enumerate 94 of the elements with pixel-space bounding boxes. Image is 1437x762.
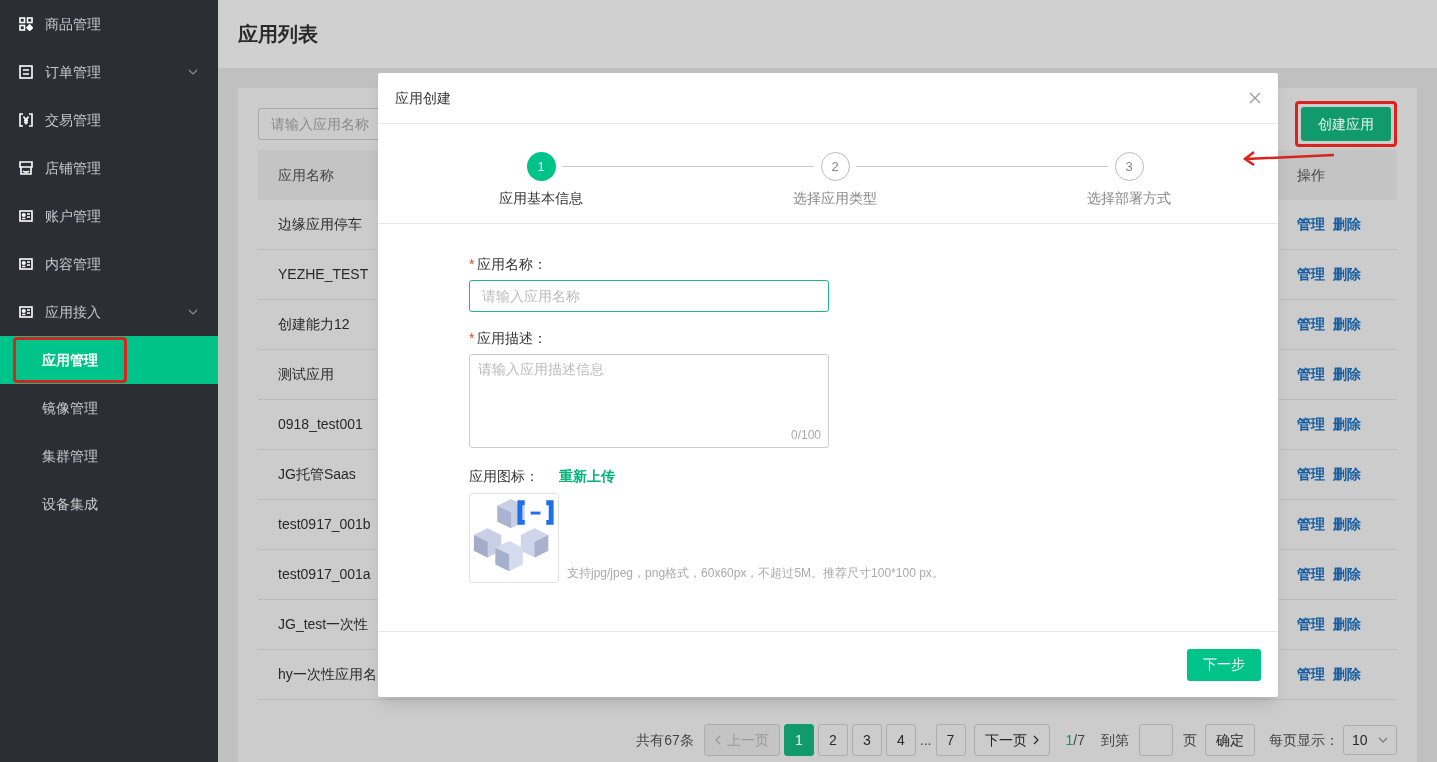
action-link[interactable]: 管理	[1297, 364, 1325, 385]
id-card-icon	[19, 209, 33, 223]
sidebar-item[interactable]: 交易管理	[0, 96, 218, 144]
table-cell-text: test0917_001b	[278, 515, 371, 534]
sidebar-item[interactable]: 应用接入	[0, 288, 218, 336]
column-header: 操作	[1297, 165, 1326, 185]
page-number-button[interactable]: 4	[885, 724, 916, 756]
sidebar-item-label: 交易管理	[45, 110, 101, 130]
grid-icon	[19, 17, 33, 31]
table-cell-text: 边缘应用停车	[278, 215, 362, 234]
sidebar-subitem[interactable]: 设备集成	[13, 481, 127, 527]
confirm-button[interactable]: 确定	[1205, 724, 1255, 756]
sidebar-item[interactable]: 商品管理	[0, 0, 218, 48]
sidebar-item[interactable]: 店铺管理	[0, 144, 218, 192]
sidebar-item[interactable]: 订单管理	[0, 48, 218, 96]
action-link[interactable]: 管理	[1297, 664, 1325, 685]
sidebar-item-label: 订单管理	[45, 62, 101, 82]
action-link[interactable]: 管理	[1297, 214, 1325, 235]
page-indicator: 1/7	[1065, 730, 1085, 750]
chevron-down-icon	[1378, 737, 1388, 743]
required-mark: *	[469, 254, 475, 274]
goto-label: 到第	[1101, 730, 1129, 750]
action-link[interactable]: 删除	[1333, 564, 1361, 585]
chevron-down-icon	[188, 309, 198, 315]
action-link[interactable]: 管理	[1297, 564, 1325, 585]
table-cell-text: 0918_test001	[278, 415, 363, 434]
sidebar-item[interactable]: 内容管理	[0, 240, 218, 288]
table-cell-text: 创建能力12	[278, 315, 350, 334]
field-label: 应用图标：	[469, 467, 539, 486]
yuan-icon	[19, 113, 33, 127]
upload-hint: 支持jpg/jpeg，png格式，60x60px，不超过5M。推荐尺寸100*100 px。	[567, 565, 944, 582]
page-unit-label: 页	[1183, 730, 1197, 750]
app-name-field[interactable]: 请输入应用名称	[469, 280, 829, 312]
dialog-title: 应用创建	[395, 88, 451, 108]
action-link[interactable]: 管理	[1297, 614, 1325, 635]
sidebar-item-label: 账户管理	[45, 206, 101, 226]
id-card-icon	[19, 305, 33, 319]
reupload-link[interactable]: 重新上传	[559, 466, 615, 487]
action-link[interactable]: 删除	[1333, 264, 1361, 285]
sidebar-item-label: 商品管理	[45, 14, 101, 34]
sidebar-subitem[interactable]: 镜像管理	[13, 385, 127, 431]
field-label: 应用描述：	[477, 328, 548, 348]
action-link[interactable]: 管理	[1297, 464, 1325, 485]
table-cell-text: JG托管Saas	[278, 465, 356, 484]
sidebar-item[interactable]: 账户管理	[0, 192, 218, 240]
sidebar-subitem[interactable]: 应用管理	[13, 337, 127, 383]
chevron-down-icon	[188, 69, 198, 75]
sidebar-item-label: 应用接入	[45, 302, 101, 322]
action-link[interactable]: 管理	[1297, 264, 1325, 285]
chevron-right-icon	[1032, 735, 1039, 745]
table-cell-text: 测试应用	[278, 365, 334, 384]
page-number-button[interactable]: 3	[851, 724, 882, 756]
action-link[interactable]: 管理	[1297, 314, 1325, 335]
step-label: 应用基本信息	[499, 189, 583, 208]
action-link[interactable]: 管理	[1297, 514, 1325, 535]
field-label: 应用名称：	[477, 254, 548, 274]
step-label: 选择应用类型	[793, 189, 877, 208]
table-cell-text: JG_test一次性	[278, 615, 369, 634]
action-link[interactable]: 删除	[1333, 614, 1361, 635]
store-icon	[19, 161, 33, 175]
id-card-icon	[19, 257, 33, 271]
table-cell-text: YEZHE_TEST	[278, 265, 369, 284]
list-icon	[19, 65, 33, 79]
action-link[interactable]: 删除	[1333, 214, 1361, 235]
chevron-left-icon	[714, 735, 721, 745]
action-link[interactable]: 管理	[1297, 414, 1325, 435]
page-number-button[interactable]: 1	[783, 724, 814, 756]
char-counter: 0/100	[790, 427, 821, 444]
total-count: 共有67条	[636, 730, 694, 750]
page-ellipsis: ...	[919, 730, 932, 750]
per-page-label: 每页显示：	[1269, 730, 1339, 750]
sidebar-item-label: 店铺管理	[45, 158, 101, 178]
action-link[interactable]: 删除	[1333, 364, 1361, 385]
page-title: 应用列表	[238, 22, 318, 47]
step-label: 选择部署方式	[1087, 189, 1171, 208]
close-icon[interactable]	[1249, 92, 1261, 104]
sidebar-item-label: 内容管理	[45, 254, 101, 274]
column-header: 应用名称	[278, 165, 334, 185]
page-number-button[interactable]: 7	[935, 724, 966, 756]
action-link[interactable]: 删除	[1333, 314, 1361, 335]
create-app-button[interactable]: 创建应用	[1301, 107, 1391, 141]
table-cell-text: hy一次性应用名	[278, 665, 377, 684]
sidebar-subitem[interactable]: 集群管理	[13, 433, 127, 479]
per-page-select[interactable]: 10	[1343, 725, 1397, 755]
required-mark: *	[469, 328, 475, 348]
action-link[interactable]: 删除	[1333, 514, 1361, 535]
page-number-button[interactable]: 2	[817, 724, 848, 756]
action-link[interactable]: 删除	[1333, 664, 1361, 685]
action-link[interactable]: 删除	[1333, 414, 1361, 435]
table-cell-text: test0917_001a	[278, 565, 371, 584]
next-page-button[interactable]: 下一页	[973, 724, 1050, 756]
page-input[interactable]	[1139, 724, 1173, 756]
next-step-button[interactable]: 下一步	[1187, 648, 1261, 681]
action-link[interactable]: 删除	[1333, 464, 1361, 485]
